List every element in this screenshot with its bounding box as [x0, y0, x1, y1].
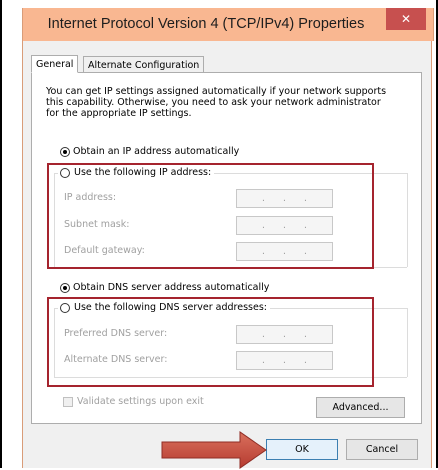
- close-icon: ✕: [400, 12, 412, 26]
- ip-auto-radio[interactable]: [60, 147, 70, 157]
- left-frame-line: [0, 0, 2, 468]
- ip-highlight-box: [47, 163, 374, 269]
- ip-auto-label[interactable]: Obtain an IP address automatically: [73, 146, 239, 157]
- window-title: Internet Protocol Version 4 (TCP/IPv4) P…: [47, 16, 365, 32]
- close-button[interactable]: ✕: [386, 8, 426, 30]
- dns-auto-radio[interactable]: [60, 283, 70, 293]
- dns-group-right-border: [407, 308, 408, 377]
- dns-highlight-box: [47, 297, 374, 387]
- tab-general[interactable]: General: [31, 55, 79, 73]
- description-line-1: You can get IP settings assigned automat…: [46, 86, 387, 97]
- validate-label[interactable]: Validate settings upon exit: [77, 396, 204, 407]
- advanced-button[interactable]: Advanced...: [316, 397, 405, 418]
- description-line-3: for the appropriate IP settings.: [46, 108, 192, 119]
- tab-alternate-configuration[interactable]: Alternate Configuration: [83, 56, 205, 73]
- ok-button[interactable]: OK: [266, 439, 338, 460]
- description-line-2: this capability. Otherwise, you need to …: [46, 97, 381, 108]
- ip-group-right-border: [407, 173, 408, 267]
- title-bar[interactable]: Internet Protocol Version 4 (TCP/IPv4) P…: [22, 8, 434, 41]
- dns-auto-label[interactable]: Obtain DNS server address automatically: [73, 282, 269, 293]
- cancel-button[interactable]: Cancel: [346, 439, 418, 460]
- arrow-right-icon: [161, 431, 267, 469]
- validate-checkbox[interactable]: [63, 397, 73, 407]
